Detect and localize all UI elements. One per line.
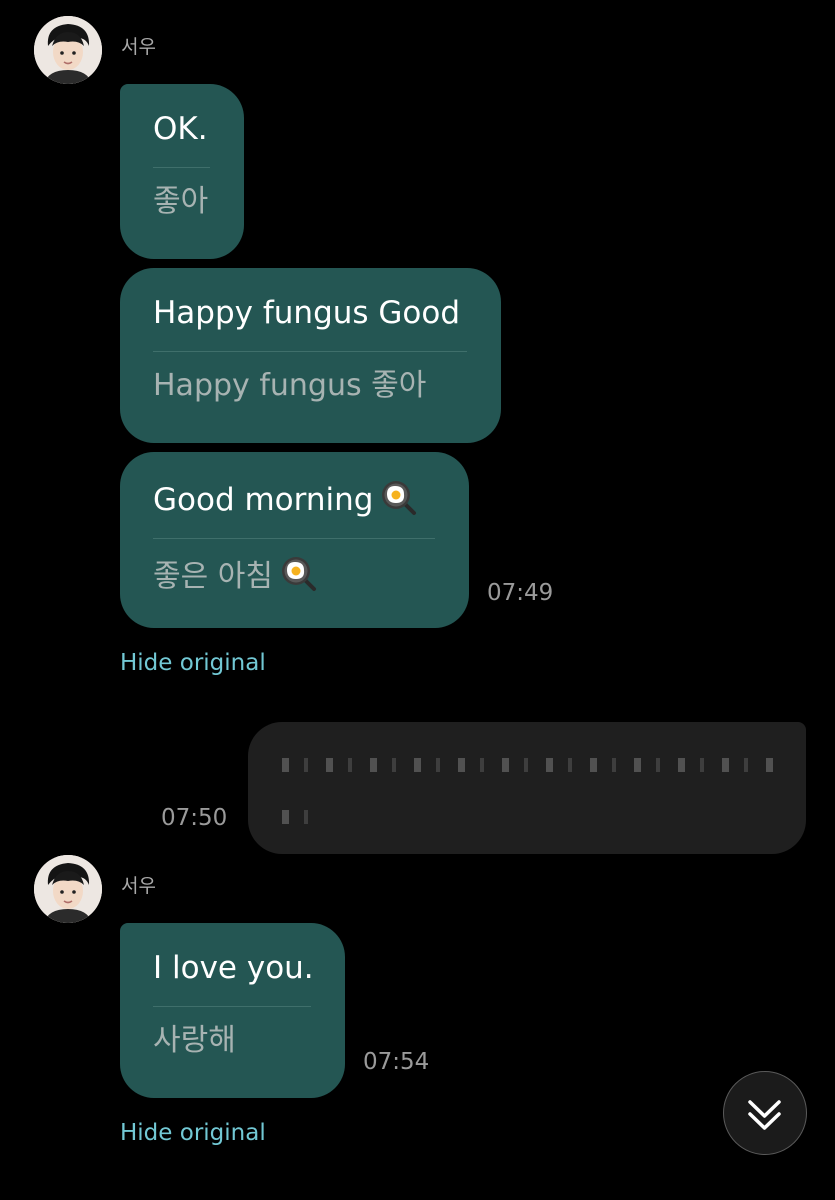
- timestamp: 07:50: [161, 805, 228, 831]
- message-bubble[interactable]: Good morning 좋은 아침: [120, 452, 469, 628]
- sent-message-bubble[interactable]: [248, 722, 806, 854]
- timestamp: 07:54: [363, 1049, 430, 1075]
- original-text: I love you.: [153, 950, 314, 986]
- redacted-text: [282, 810, 322, 824]
- divider: [153, 1006, 311, 1007]
- original-text-label: Good morning: [153, 482, 374, 518]
- message-bubble[interactable]: Happy fungus Good Happy fungus 좋아: [120, 268, 501, 443]
- divider: [153, 167, 210, 168]
- original-text: Good morning: [153, 478, 435, 519]
- scroll-to-bottom-button[interactable]: [723, 1071, 807, 1155]
- fried-egg-icon: [279, 554, 317, 592]
- divider: [153, 351, 467, 352]
- translated-text: Happy fungus 좋아: [153, 368, 427, 403]
- message-bubble[interactable]: OK. 좋아: [120, 84, 244, 259]
- original-text: OK.: [153, 111, 208, 147]
- hide-original-link[interactable]: Hide original: [120, 1122, 266, 1145]
- double-chevron-down-icon: [748, 1100, 781, 1130]
- sender-name: 서우: [121, 875, 156, 897]
- translated-text: 좋은 아침: [153, 554, 435, 596]
- timestamp: 07:49: [487, 580, 554, 606]
- avatar[interactable]: [34, 855, 102, 923]
- translated-text-label: 좋은 아침: [153, 559, 273, 594]
- sender-name: 서우: [121, 36, 156, 58]
- message-bubble[interactable]: I love you. 사랑해: [120, 923, 345, 1098]
- hide-original-link[interactable]: Hide original: [120, 652, 266, 675]
- redacted-text: [282, 758, 782, 772]
- translated-text: 좋아: [153, 184, 209, 219]
- divider: [153, 538, 435, 539]
- fried-egg-icon: [379, 478, 417, 516]
- translated-text: 사랑해: [153, 1023, 236, 1058]
- avatar[interactable]: [34, 16, 102, 84]
- original-text: Happy fungus Good: [153, 295, 461, 331]
